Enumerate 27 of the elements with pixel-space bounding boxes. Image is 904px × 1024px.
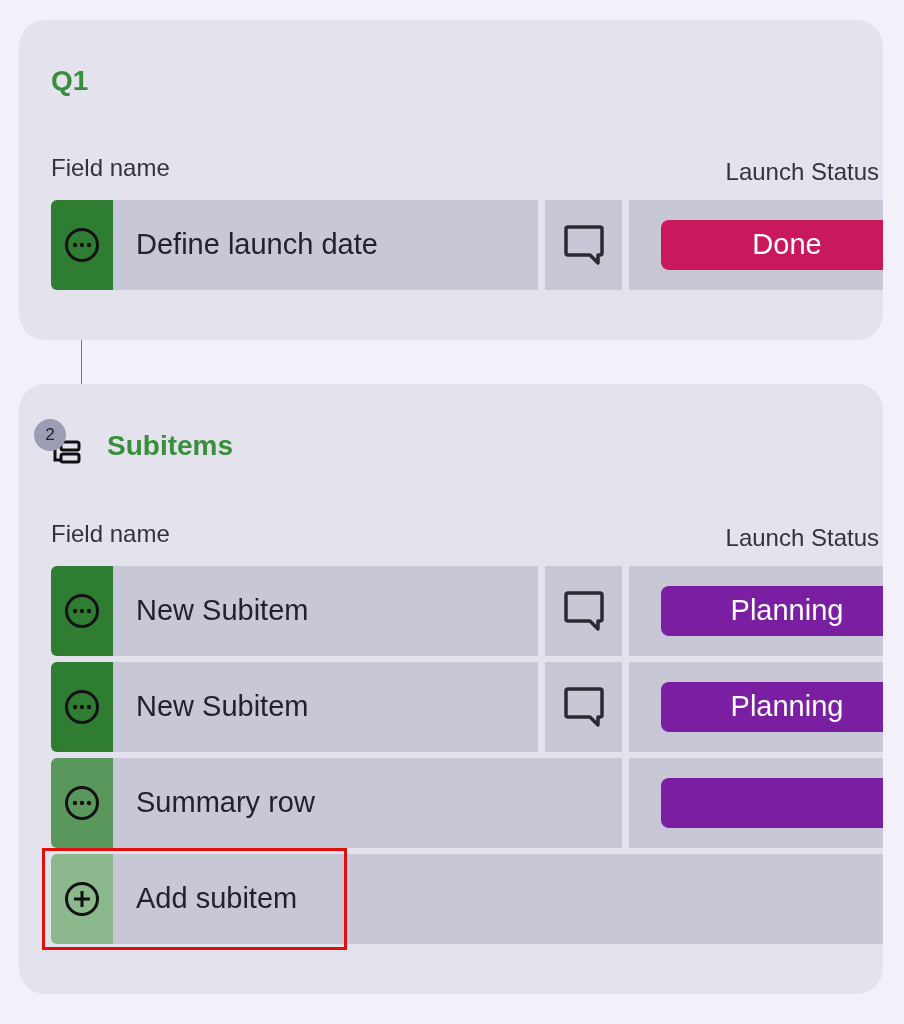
more-icon [64,227,100,263]
comment-icon [561,685,606,729]
name-cell[interactable]: New Subitem [113,662,538,752]
comment-button[interactable] [545,662,622,752]
column-header: Field name [51,153,170,183]
more-icon [64,593,100,629]
more-icon [64,785,100,821]
name-cell[interactable]: New Subitem [113,566,538,656]
column-header: Field name [51,519,170,549]
comment-button[interactable] [545,566,622,656]
comment-icon [561,589,606,633]
count-badge: 2 [34,419,66,451]
add-subitem-button[interactable]: Add subitem [113,854,883,944]
name-cell: Summary row [113,758,622,848]
status-label[interactable]: Planning [661,682,883,732]
comment-icon [561,223,606,267]
column-header: Launch Status [725,157,879,187]
more-icon [64,689,100,725]
column-header: Launch Status [725,523,879,553]
add-icon [64,881,100,917]
status-label[interactable]: Done [661,220,883,270]
connector-line [81,340,82,384]
group-title: Q1 [51,64,89,98]
group-title: Subitems [107,429,234,463]
status-label[interactable]: Planning [661,586,883,636]
name-cell[interactable]: Define launch date [113,200,538,290]
comment-button[interactable] [545,200,622,290]
